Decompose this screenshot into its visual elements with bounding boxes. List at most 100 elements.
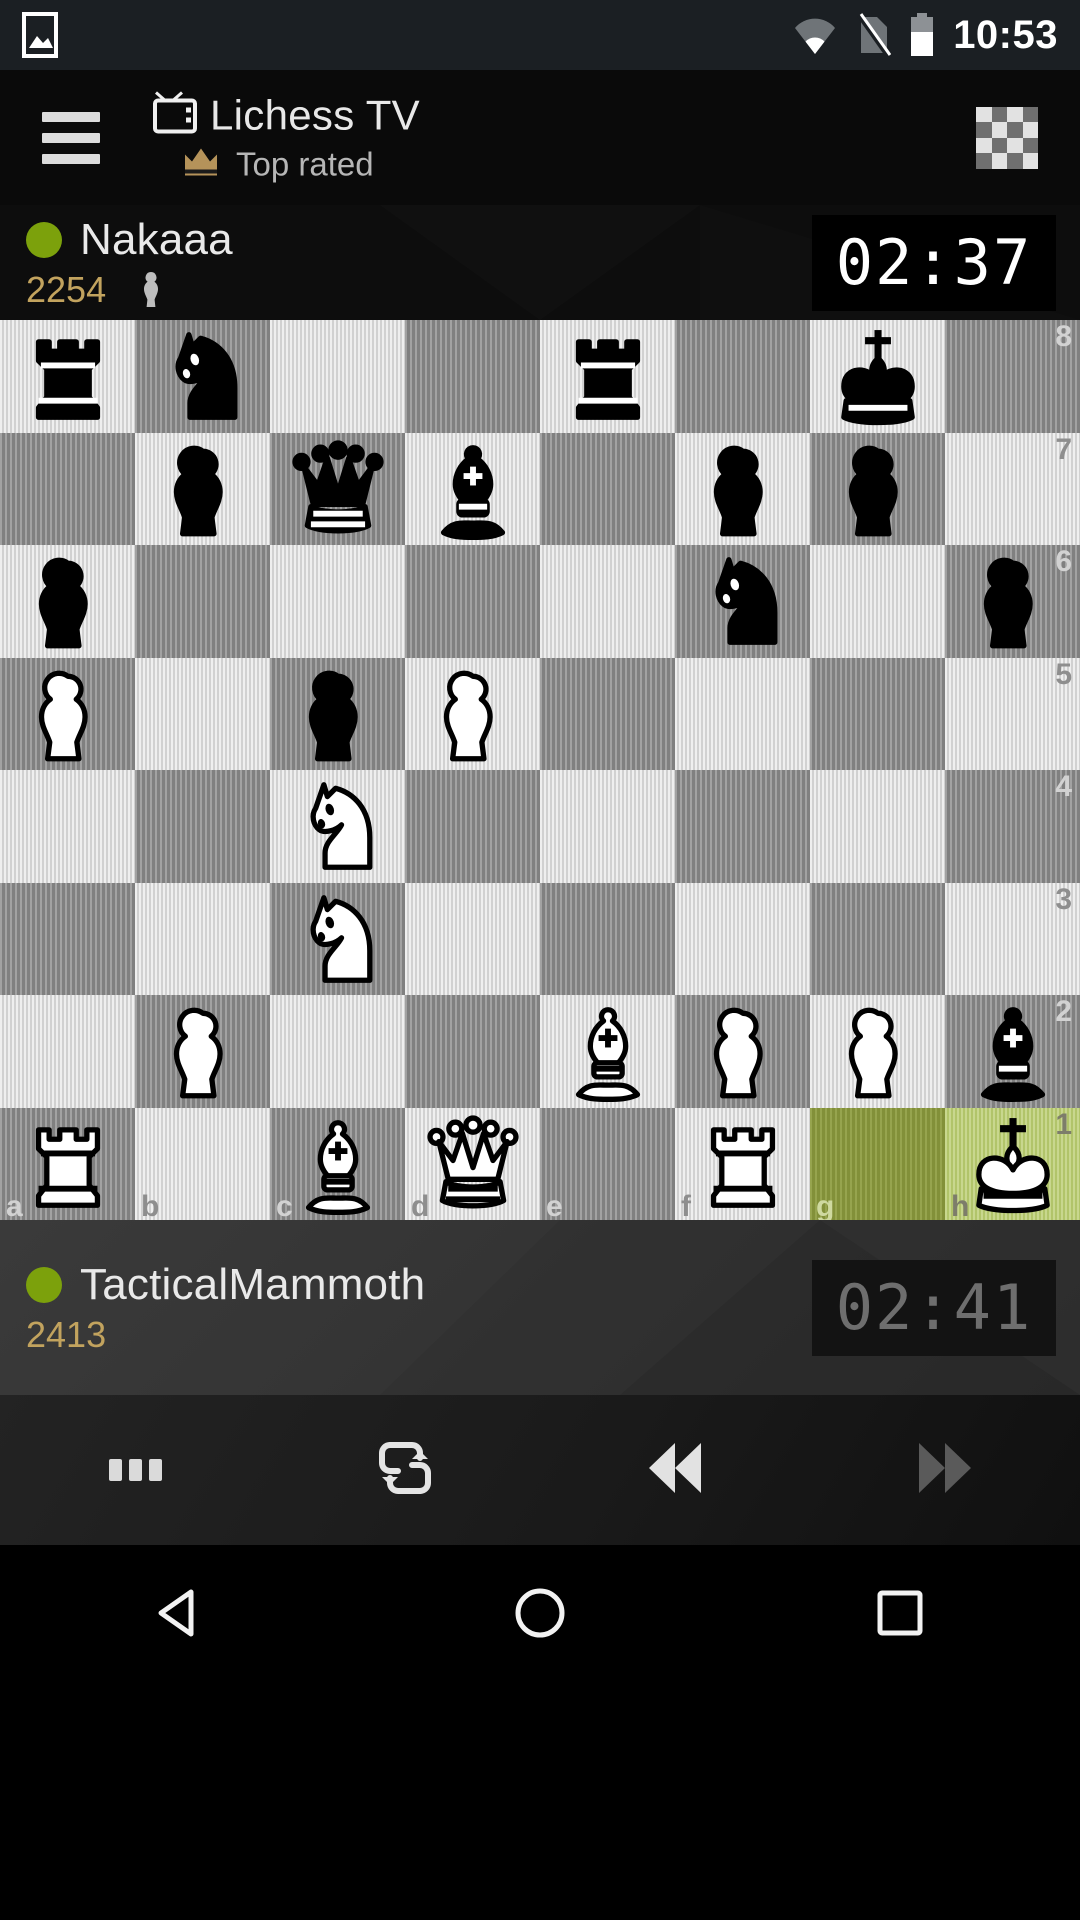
board-square-g3[interactable] xyxy=(810,882,945,995)
board-square-e7[interactable] xyxy=(540,432,675,545)
board-square-d6[interactable] xyxy=(405,545,540,658)
white-rook-piece[interactable] xyxy=(15,1111,121,1217)
board-square-e8[interactable] xyxy=(540,320,675,433)
board-square-e6[interactable] xyxy=(540,545,675,658)
board-square-h3[interactable]: 3 xyxy=(945,882,1080,995)
board-square-f7[interactable] xyxy=(675,432,810,545)
board-square-c2[interactable] xyxy=(270,995,405,1108)
white-bishop-piece[interactable] xyxy=(285,1111,391,1217)
white-pawn-piece[interactable] xyxy=(825,998,931,1104)
black-knight-piece[interactable] xyxy=(150,323,256,429)
black-pawn-piece[interactable] xyxy=(285,661,391,767)
board-square-h7[interactable]: 7 xyxy=(945,432,1080,545)
black-rook-piece[interactable] xyxy=(15,323,121,429)
board-square-d8[interactable] xyxy=(405,320,540,433)
black-pawn-piece[interactable] xyxy=(150,436,256,542)
black-bishop-piece[interactable] xyxy=(960,998,1066,1104)
android-recents-button[interactable] xyxy=(720,1586,1080,1645)
android-home-button[interactable] xyxy=(360,1584,720,1647)
board-square-a6[interactable] xyxy=(0,545,135,658)
board-square-c3[interactable] xyxy=(270,882,405,995)
board-square-e2[interactable] xyxy=(540,995,675,1108)
board-square-g8[interactable] xyxy=(810,320,945,433)
board-square-c8[interactable] xyxy=(270,320,405,433)
board-square-a2[interactable] xyxy=(0,995,135,1108)
board-square-e4[interactable] xyxy=(540,770,675,883)
board-square-f5[interactable] xyxy=(675,657,810,770)
white-rook-piece[interactable] xyxy=(690,1111,796,1217)
board-square-g6[interactable] xyxy=(810,545,945,658)
board-square-d4[interactable] xyxy=(405,770,540,883)
white-pawn-piece[interactable] xyxy=(150,998,256,1104)
board-square-a8[interactable] xyxy=(0,320,135,433)
black-pawn-piece[interactable] xyxy=(690,436,796,542)
previous-move-button[interactable] xyxy=(540,1395,810,1545)
board-square-g1[interactable]: g xyxy=(810,1107,945,1222)
board-square-h5[interactable]: 5 xyxy=(945,657,1080,770)
board-square-e3[interactable] xyxy=(540,882,675,995)
black-pawn-piece[interactable] xyxy=(15,548,121,654)
board-square-b7[interactable] xyxy=(135,432,270,545)
board-square-h2[interactable]: 2 xyxy=(945,995,1080,1108)
black-pawn-piece[interactable] xyxy=(825,436,931,542)
board-square-g2[interactable] xyxy=(810,995,945,1108)
white-pawn-piece[interactable] xyxy=(15,661,121,767)
board-square-a5[interactable] xyxy=(0,657,135,770)
next-move-button[interactable] xyxy=(810,1395,1080,1545)
board-square-b4[interactable] xyxy=(135,770,270,883)
board-square-a7[interactable] xyxy=(0,432,135,545)
black-rook-piece[interactable] xyxy=(555,323,661,429)
player-bar-bottom[interactable]: TacticalMammoth 2413 02:41 xyxy=(0,1220,1080,1395)
board-square-h1[interactable]: 1h xyxy=(945,1107,1080,1222)
board-square-f2[interactable] xyxy=(675,995,810,1108)
board-square-b5[interactable] xyxy=(135,657,270,770)
board-square-f8[interactable] xyxy=(675,320,810,433)
chess-board[interactable]: 8765432abcdefg1h xyxy=(0,320,1080,1222)
board-square-h6[interactable]: 6 xyxy=(945,545,1080,658)
board-square-b2[interactable] xyxy=(135,995,270,1108)
board-square-c5[interactable] xyxy=(270,657,405,770)
black-queen-piece[interactable] xyxy=(285,436,391,542)
board-square-f1[interactable]: f xyxy=(675,1107,810,1222)
board-square-g4[interactable] xyxy=(810,770,945,883)
chessboard-icon[interactable] xyxy=(976,106,1038,169)
board-square-a4[interactable] xyxy=(0,770,135,883)
board-square-g7[interactable] xyxy=(810,432,945,545)
board-square-c4[interactable] xyxy=(270,770,405,883)
board-square-g5[interactable] xyxy=(810,657,945,770)
black-bishop-piece[interactable] xyxy=(420,436,526,542)
white-knight-piece[interactable] xyxy=(285,773,391,879)
board-square-b3[interactable] xyxy=(135,882,270,995)
black-knight-piece[interactable] xyxy=(690,548,796,654)
white-pawn-piece[interactable] xyxy=(420,661,526,767)
board-square-f4[interactable] xyxy=(675,770,810,883)
board-square-b8[interactable] xyxy=(135,320,270,433)
board-square-d2[interactable] xyxy=(405,995,540,1108)
board-square-c6[interactable] xyxy=(270,545,405,658)
white-bishop-piece[interactable] xyxy=(555,998,661,1104)
android-back-button[interactable] xyxy=(0,1582,360,1649)
board-square-a3[interactable] xyxy=(0,882,135,995)
board-square-b6[interactable] xyxy=(135,545,270,658)
board-square-h8[interactable]: 8 xyxy=(945,320,1080,433)
board-square-e1[interactable]: e xyxy=(540,1107,675,1222)
hamburger-menu-icon[interactable] xyxy=(42,111,100,164)
flip-board-button[interactable] xyxy=(270,1395,540,1545)
player-bar-top[interactable]: Nakaaa 2254 02:37 xyxy=(0,205,1080,320)
board-square-f6[interactable] xyxy=(675,545,810,658)
black-king-piece[interactable] xyxy=(825,323,931,429)
board-square-d7[interactable] xyxy=(405,432,540,545)
white-queen-piece[interactable] xyxy=(420,1111,526,1217)
more-options-button[interactable] xyxy=(0,1395,270,1545)
board-square-d1[interactable]: d xyxy=(405,1107,540,1222)
white-king-piece[interactable] xyxy=(960,1111,1066,1217)
white-knight-piece[interactable] xyxy=(285,886,391,992)
white-pawn-piece[interactable] xyxy=(690,998,796,1104)
board-square-a1[interactable]: a xyxy=(0,1107,135,1222)
board-square-d3[interactable] xyxy=(405,882,540,995)
board-square-b1[interactable]: b xyxy=(135,1107,270,1222)
board-square-c7[interactable] xyxy=(270,432,405,545)
board-square-d5[interactable] xyxy=(405,657,540,770)
board-square-h4[interactable]: 4 xyxy=(945,770,1080,883)
black-pawn-piece[interactable] xyxy=(960,548,1066,654)
